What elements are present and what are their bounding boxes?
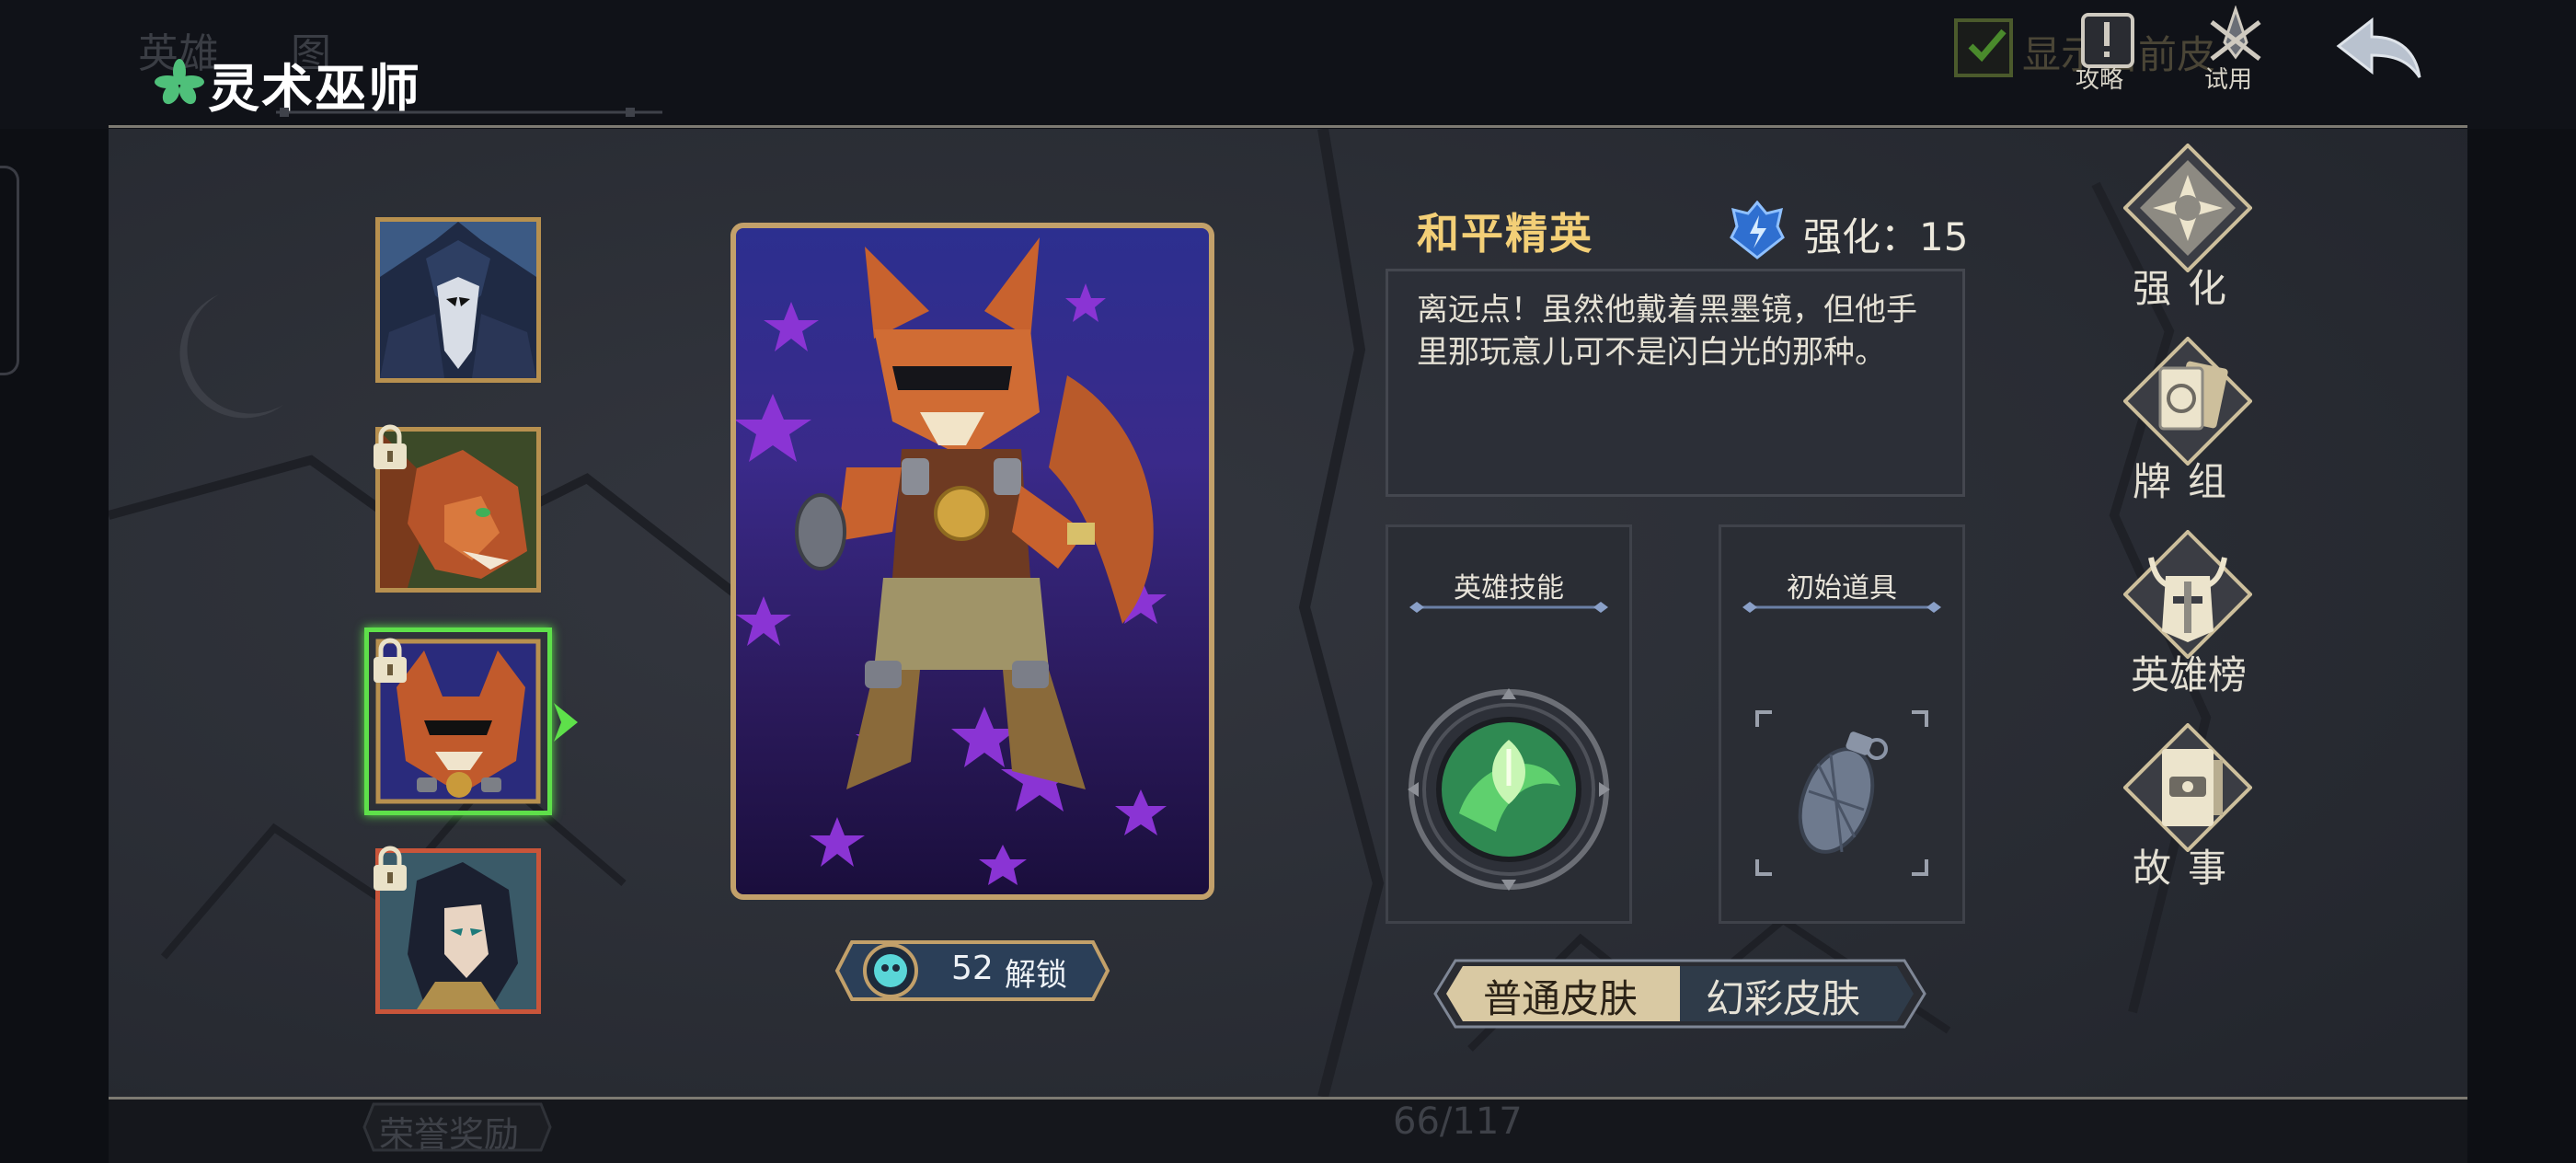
fox-hero-art (736, 237, 1167, 885)
leaf-class-icon (155, 59, 204, 105)
unlock-cost: 52 (951, 950, 994, 987)
fox-figure (795, 237, 1154, 789)
guide-label: 攻略 (2076, 66, 2124, 94)
normal-skin-tab[interactable]: 普通皮肤 (1483, 968, 1638, 1024)
enhance-menu-label: 强化 (2133, 266, 2244, 311)
title-divider (1409, 602, 1608, 613)
header-divider (109, 125, 2467, 128)
title-scroll-track (276, 108, 662, 117)
hero-skill-icon[interactable] (1404, 685, 1614, 894)
hero-thumb-wolf-mage[interactable] (375, 217, 541, 383)
skin-name: 和平精英 (1417, 209, 1593, 259)
enhance-level: 强化：15 (1803, 214, 1969, 259)
title-divider (1742, 602, 1941, 613)
helmet-icon[interactable] (2123, 530, 2252, 659)
star-compass-icon[interactable] (2123, 144, 2252, 272)
card-deck-icon[interactable] (2123, 337, 2252, 466)
skin-description: 离远点！虽然他戴着黑墨镜，但他手里那玩意儿可不是闪白光的那种。 (1417, 292, 1917, 371)
hero-rank-menu-label: 英雄榜 (2131, 652, 2248, 697)
selected-pointer-icon (554, 703, 578, 742)
grenade-item-icon[interactable] (1754, 708, 1930, 878)
deck-menu-label: 牌组 (2133, 459, 2244, 504)
back-arrow-icon[interactable] (2333, 17, 2425, 83)
unlock-label: 解锁 (1005, 957, 1067, 994)
illusion-skin-tab[interactable]: 幻彩皮肤 (1706, 968, 1860, 1024)
story-book-icon[interactable] (2123, 723, 2252, 852)
lock-icon (374, 846, 407, 891)
skin-card (730, 223, 1214, 900)
side-drawer-handle[interactable] (0, 166, 19, 375)
trial-label: 试用 (2204, 66, 2253, 94)
story-menu-label: 故事 (2133, 846, 2244, 891)
honor-reward-label: 荣誉奖励 (379, 1114, 520, 1155)
lock-icon (374, 424, 407, 469)
check-icon (1968, 29, 2007, 63)
wolf-mage-portrait (380, 222, 536, 378)
hero-page-counter: 66/117 (1393, 1100, 1523, 1143)
enhance-shield-icon (1730, 201, 1785, 259)
lock-icon (374, 638, 407, 683)
